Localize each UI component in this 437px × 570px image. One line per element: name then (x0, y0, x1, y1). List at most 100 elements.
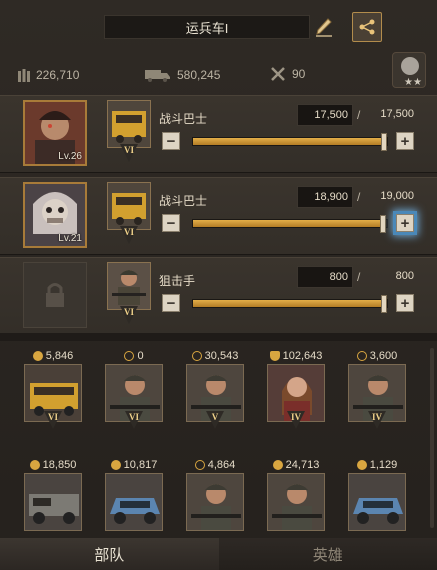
tools-count: 90 (292, 67, 306, 81)
crosshair-icon (191, 351, 202, 361)
power-icon (32, 351, 43, 361)
stats-bar: 226,710 580,245 90 (0, 62, 437, 90)
unit-count: 24,713 (285, 459, 320, 471)
star-medal-icon[interactable]: ★★ (392, 52, 426, 88)
unit-count: 30,543 (204, 350, 239, 362)
unit-portrait (186, 473, 244, 531)
troop-count-stat: 226,710 (18, 68, 79, 82)
unit-name: 战斗巴士 (159, 194, 208, 208)
troop-max: 17,500 (380, 108, 414, 120)
crosshair-icon (356, 351, 367, 361)
unit-card[interactable]: 10,817 (103, 458, 165, 536)
troop-max: 19,000 (380, 190, 414, 202)
unit-count: 10,817 (123, 459, 158, 471)
troop-count-input[interactable]: 17,500 (297, 104, 353, 126)
empty-hero-slot[interactable] (23, 262, 87, 328)
unit-card[interactable]: 4,864 (184, 458, 246, 536)
troop-slider[interactable] (192, 215, 388, 233)
unit-count-label: 30,543 (184, 349, 246, 363)
troop-count-input[interactable]: 800 (297, 266, 353, 288)
vehicle-title[interactable]: 运兵车I (104, 15, 310, 39)
unit-card[interactable]: 18,850 (22, 458, 84, 536)
unit-rank: VI (120, 226, 138, 244)
unit-count-label: 18,850 (22, 458, 84, 472)
power-icon (272, 460, 283, 470)
unit-count-label: 3,600 (346, 349, 408, 363)
tab-troops[interactable]: 部队 (0, 538, 219, 570)
unit-count-label: 1,129 (346, 458, 408, 472)
unit-count: 4,864 (207, 459, 236, 471)
unit-count: 18,850 (42, 459, 77, 471)
unit-portrait (348, 473, 406, 531)
increase-button[interactable]: + (396, 132, 414, 150)
squad-row: Lv.26 VI 战斗巴士 17,500 / 17,500 − + (0, 95, 437, 173)
tab-heroes[interactable]: 英雄 (218, 538, 437, 570)
unit-name: 狙击手 (159, 274, 196, 288)
unit-card[interactable]: 0 VI (103, 349, 165, 429)
hero-portrait[interactable]: Lv.26 (23, 100, 87, 166)
hero-level: Lv.21 (58, 233, 82, 244)
decrease-button[interactable]: − (162, 132, 180, 150)
crosshair-icon (194, 460, 205, 470)
lock-icon (46, 283, 64, 307)
increase-button[interactable]: + (396, 214, 414, 232)
separator: / (357, 270, 361, 284)
troop-max: 800 (395, 270, 414, 282)
capacity-count: 580,245 (177, 68, 221, 82)
share-icon[interactable] (352, 12, 382, 42)
power-icon (356, 460, 367, 470)
rename-pencil-icon[interactable] (312, 13, 336, 41)
decrease-button[interactable]: − (162, 294, 180, 312)
power-icon (29, 460, 40, 470)
scrollbar[interactable] (430, 348, 434, 528)
decrease-button[interactable]: − (162, 214, 180, 232)
shield-icon (269, 351, 280, 361)
troop-slider[interactable] (192, 295, 388, 313)
unit-card[interactable]: 1,129 (346, 458, 408, 536)
svg-text:★★: ★★ (404, 77, 422, 88)
unit-card[interactable]: 5,846 VI (22, 349, 84, 429)
unit-card[interactable]: 102,643 IV (265, 349, 327, 429)
hero-level: Lv.26 (58, 151, 82, 162)
unit-card[interactable]: 3,600 IV (346, 349, 408, 429)
troop-count: 226,710 (36, 68, 80, 82)
unit-card[interactable]: 30,543 V (184, 349, 246, 429)
troop-count-input[interactable]: 18,900 (297, 186, 353, 208)
unit-count: 1,129 (369, 459, 398, 471)
crosshair-icon (124, 351, 135, 361)
truck-icon (145, 69, 170, 82)
unit-count-label: 102,643 (265, 349, 327, 363)
section-divider (0, 333, 437, 341)
troop-slider[interactable] (192, 133, 388, 151)
separator: / (357, 190, 361, 204)
unit-count-label: 24,713 (265, 458, 327, 472)
capacity-stat: 580,245 (145, 68, 220, 82)
unit-count-label: 0 (103, 349, 165, 363)
squad-row: VI 狙击手 800 / 800 − + (0, 257, 437, 335)
wrench-icon (271, 67, 285, 81)
unit-card[interactable]: 24,713 (265, 458, 327, 536)
unit-portrait (267, 473, 325, 531)
tools-stat: 90 (270, 66, 305, 82)
unit-icon[interactable]: VI (107, 182, 151, 246)
unit-count-label: 5,846 (22, 349, 84, 363)
unit-count-label: 10,817 (103, 458, 165, 472)
power-icon (110, 460, 121, 470)
unit-icon[interactable]: VI (107, 262, 151, 326)
army-setup-screen: 运兵车I 226,710 580,245 90 ★★ Lv.26 VI 战斗巴士… (0, 0, 437, 570)
unit-count: 0 (137, 350, 144, 362)
increase-button[interactable]: + (396, 294, 414, 312)
unit-count: 5,846 (45, 350, 74, 362)
ammo-icon (18, 68, 30, 82)
unit-portrait (105, 473, 163, 531)
unit-count-label: 4,864 (184, 458, 246, 472)
unit-name: 战斗巴士 (159, 112, 208, 126)
bottom-tabs: 部队 英雄 (0, 538, 437, 570)
separator: / (357, 108, 361, 122)
unit-rank: VI (120, 144, 138, 162)
hero-portrait[interactable]: Lv.21 (23, 182, 87, 248)
unit-icon[interactable]: VI (107, 100, 151, 164)
unit-count: 102,643 (282, 350, 323, 362)
unit-count: 3,600 (369, 350, 398, 362)
unit-portrait (24, 473, 82, 531)
